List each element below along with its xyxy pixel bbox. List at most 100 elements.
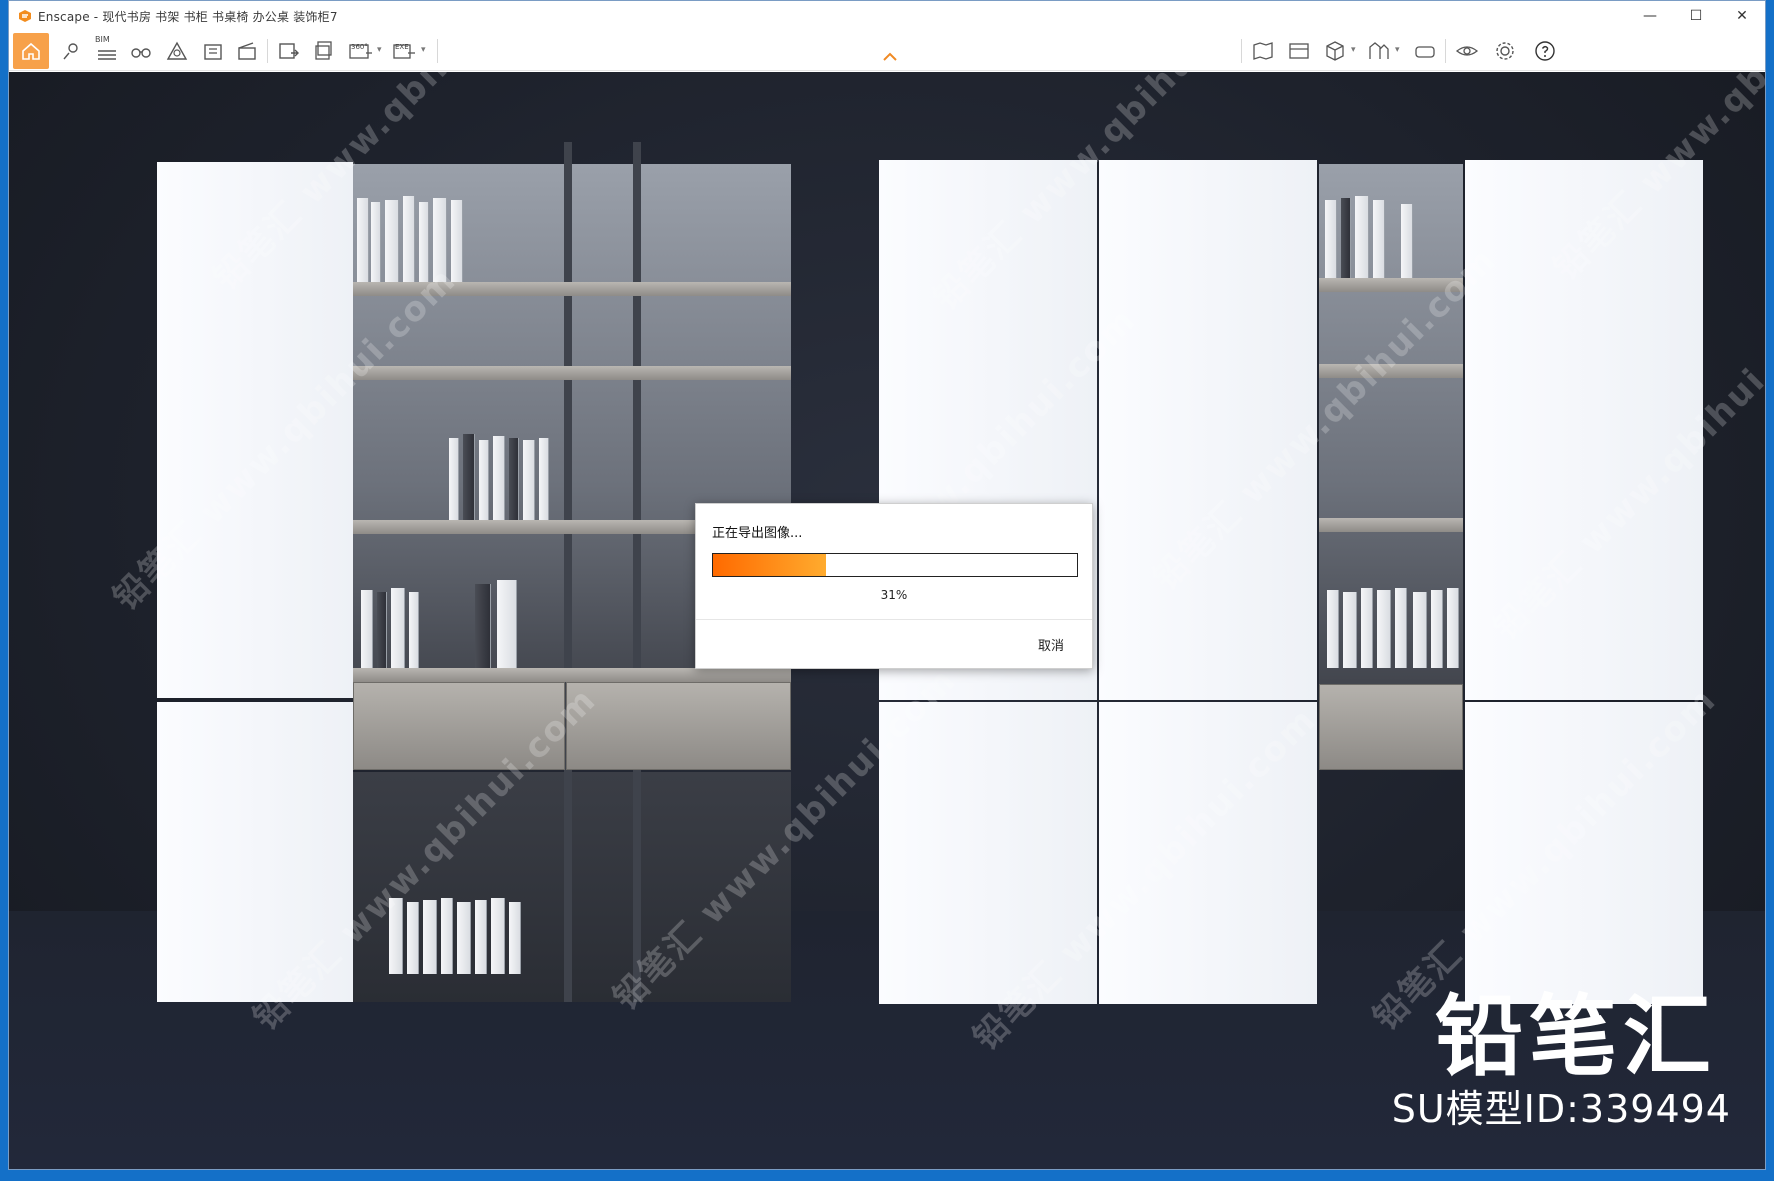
book (1373, 200, 1385, 278)
render-image-button[interactable] (275, 37, 303, 65)
title-bar[interactable]: Enscape - 现代书房 书架 书柜 书桌椅 办公桌 装饰柜7 — ☐ ✕ (9, 1, 1765, 31)
cabinet-door-lower-right (1465, 702, 1703, 1004)
book (1447, 588, 1459, 668)
cube-icon (1326, 41, 1344, 61)
render-viewport[interactable]: 铅笔汇 www.qbihui.com 铅笔汇 www.qbihui.com 铅笔… (9, 72, 1765, 1169)
book (1341, 198, 1351, 278)
cube-dropdown-icon[interactable]: ▾ (1351, 45, 1356, 55)
eye-icon (1455, 46, 1479, 56)
book (1395, 588, 1407, 668)
cabinet-door (1099, 702, 1317, 1004)
book (449, 438, 459, 520)
enscape-window: Enscape - 现代书房 书架 书柜 书桌椅 办公桌 装饰柜7 — ☐ ✕ … (8, 0, 1766, 1170)
model-id-text: SU模型ID:339494 (1391, 1087, 1731, 1131)
book (409, 592, 419, 668)
batch-render-button[interactable] (311, 37, 339, 65)
panorama-button[interactable]: 360° (347, 37, 375, 65)
building-icon (204, 44, 222, 60)
enscape-logo-icon (19, 10, 31, 22)
views-icon (1289, 43, 1309, 59)
book (457, 902, 471, 974)
settings-button[interactable] (1491, 37, 1519, 65)
book (479, 440, 489, 520)
binoculars-icon (131, 48, 151, 58)
book (423, 900, 437, 974)
maximize-button[interactable]: ☐ (1673, 1, 1719, 31)
book (475, 584, 491, 668)
book (433, 198, 447, 282)
shelf-board (1319, 364, 1463, 378)
map-icon (1253, 42, 1273, 60)
book (509, 438, 519, 520)
asset-library-button[interactable] (199, 37, 227, 65)
location-pin-button[interactable] (57, 37, 85, 65)
book (403, 196, 415, 282)
toolbar-separator (1241, 39, 1242, 63)
bim-button[interactable]: BIM (93, 35, 121, 65)
help-button[interactable] (1531, 37, 1559, 65)
progress-percent: 31% (880, 588, 908, 602)
export-exe-button[interactable]: EXE (391, 37, 419, 65)
progress-bar-fill (713, 554, 826, 576)
mountain-icon (166, 41, 188, 60)
toolbar-separator (437, 39, 438, 63)
book (491, 898, 505, 974)
cancel-button[interactable]: 取消 (1038, 635, 1064, 654)
shelf-board (1319, 278, 1463, 292)
book (497, 580, 517, 668)
vr-headset-button[interactable] (1411, 37, 1439, 65)
home-button[interactable] (13, 33, 49, 69)
panorama-dropdown-icon[interactable]: ▾ (377, 45, 382, 55)
book (391, 588, 405, 668)
dialog-title: 正在导出图像... (712, 526, 803, 541)
close-button[interactable]: ✕ (1719, 1, 1765, 31)
window-title: Enscape - 现代书房 书架 书柜 书桌椅 办公桌 装饰柜7 (38, 9, 338, 24)
drawer (566, 682, 791, 770)
book (1327, 590, 1339, 668)
export-dropdown-icon[interactable]: ▾ (421, 45, 426, 55)
render-image-icon (279, 43, 299, 59)
views-button[interactable] (1285, 37, 1313, 65)
book (539, 438, 549, 520)
book (1413, 592, 1427, 668)
cabinet-door (1099, 160, 1317, 700)
section-button[interactable] (1365, 37, 1393, 65)
batch-render-icon (315, 41, 332, 60)
book (1401, 204, 1413, 278)
cabinet-door (879, 702, 1097, 1004)
book (1431, 590, 1443, 668)
cabinet-door-lower-left (157, 702, 353, 1002)
book (523, 440, 535, 520)
video-editor-button[interactable] (233, 37, 261, 65)
drawer (353, 682, 565, 770)
book (371, 202, 381, 282)
book (1377, 590, 1391, 668)
drawer (1319, 684, 1463, 770)
landscape-button[interactable] (163, 37, 191, 65)
cabinet-door-upper-left (157, 162, 353, 698)
home-icon (22, 42, 40, 60)
book (357, 198, 369, 282)
map-button[interactable] (1249, 37, 1277, 65)
binoculars-button[interactable] (127, 37, 155, 65)
book (361, 590, 373, 668)
collapse-toolbar-icon[interactable] (882, 51, 898, 63)
book (419, 202, 429, 282)
gear-icon (1496, 42, 1514, 60)
book (475, 900, 487, 974)
book (441, 898, 453, 974)
book (1325, 200, 1337, 278)
location-pin-icon (63, 43, 78, 60)
toolbar-separator (267, 39, 268, 63)
visual-settings-button[interactable] (1453, 37, 1481, 65)
minimize-button[interactable]: — (1627, 1, 1673, 31)
help-icon (1535, 41, 1555, 61)
cube-view-button[interactable] (1321, 37, 1349, 65)
shelf-divider (564, 142, 572, 1002)
section-dropdown-icon[interactable]: ▾ (1395, 45, 1400, 55)
panorama-label: 360° (351, 43, 368, 51)
toolbar-separator (1445, 39, 1446, 63)
shelf-board (353, 366, 791, 380)
bim-label: BIM (95, 35, 110, 44)
export-progress-dialog: 正在导出图像... 31% 取消 (695, 503, 1093, 669)
